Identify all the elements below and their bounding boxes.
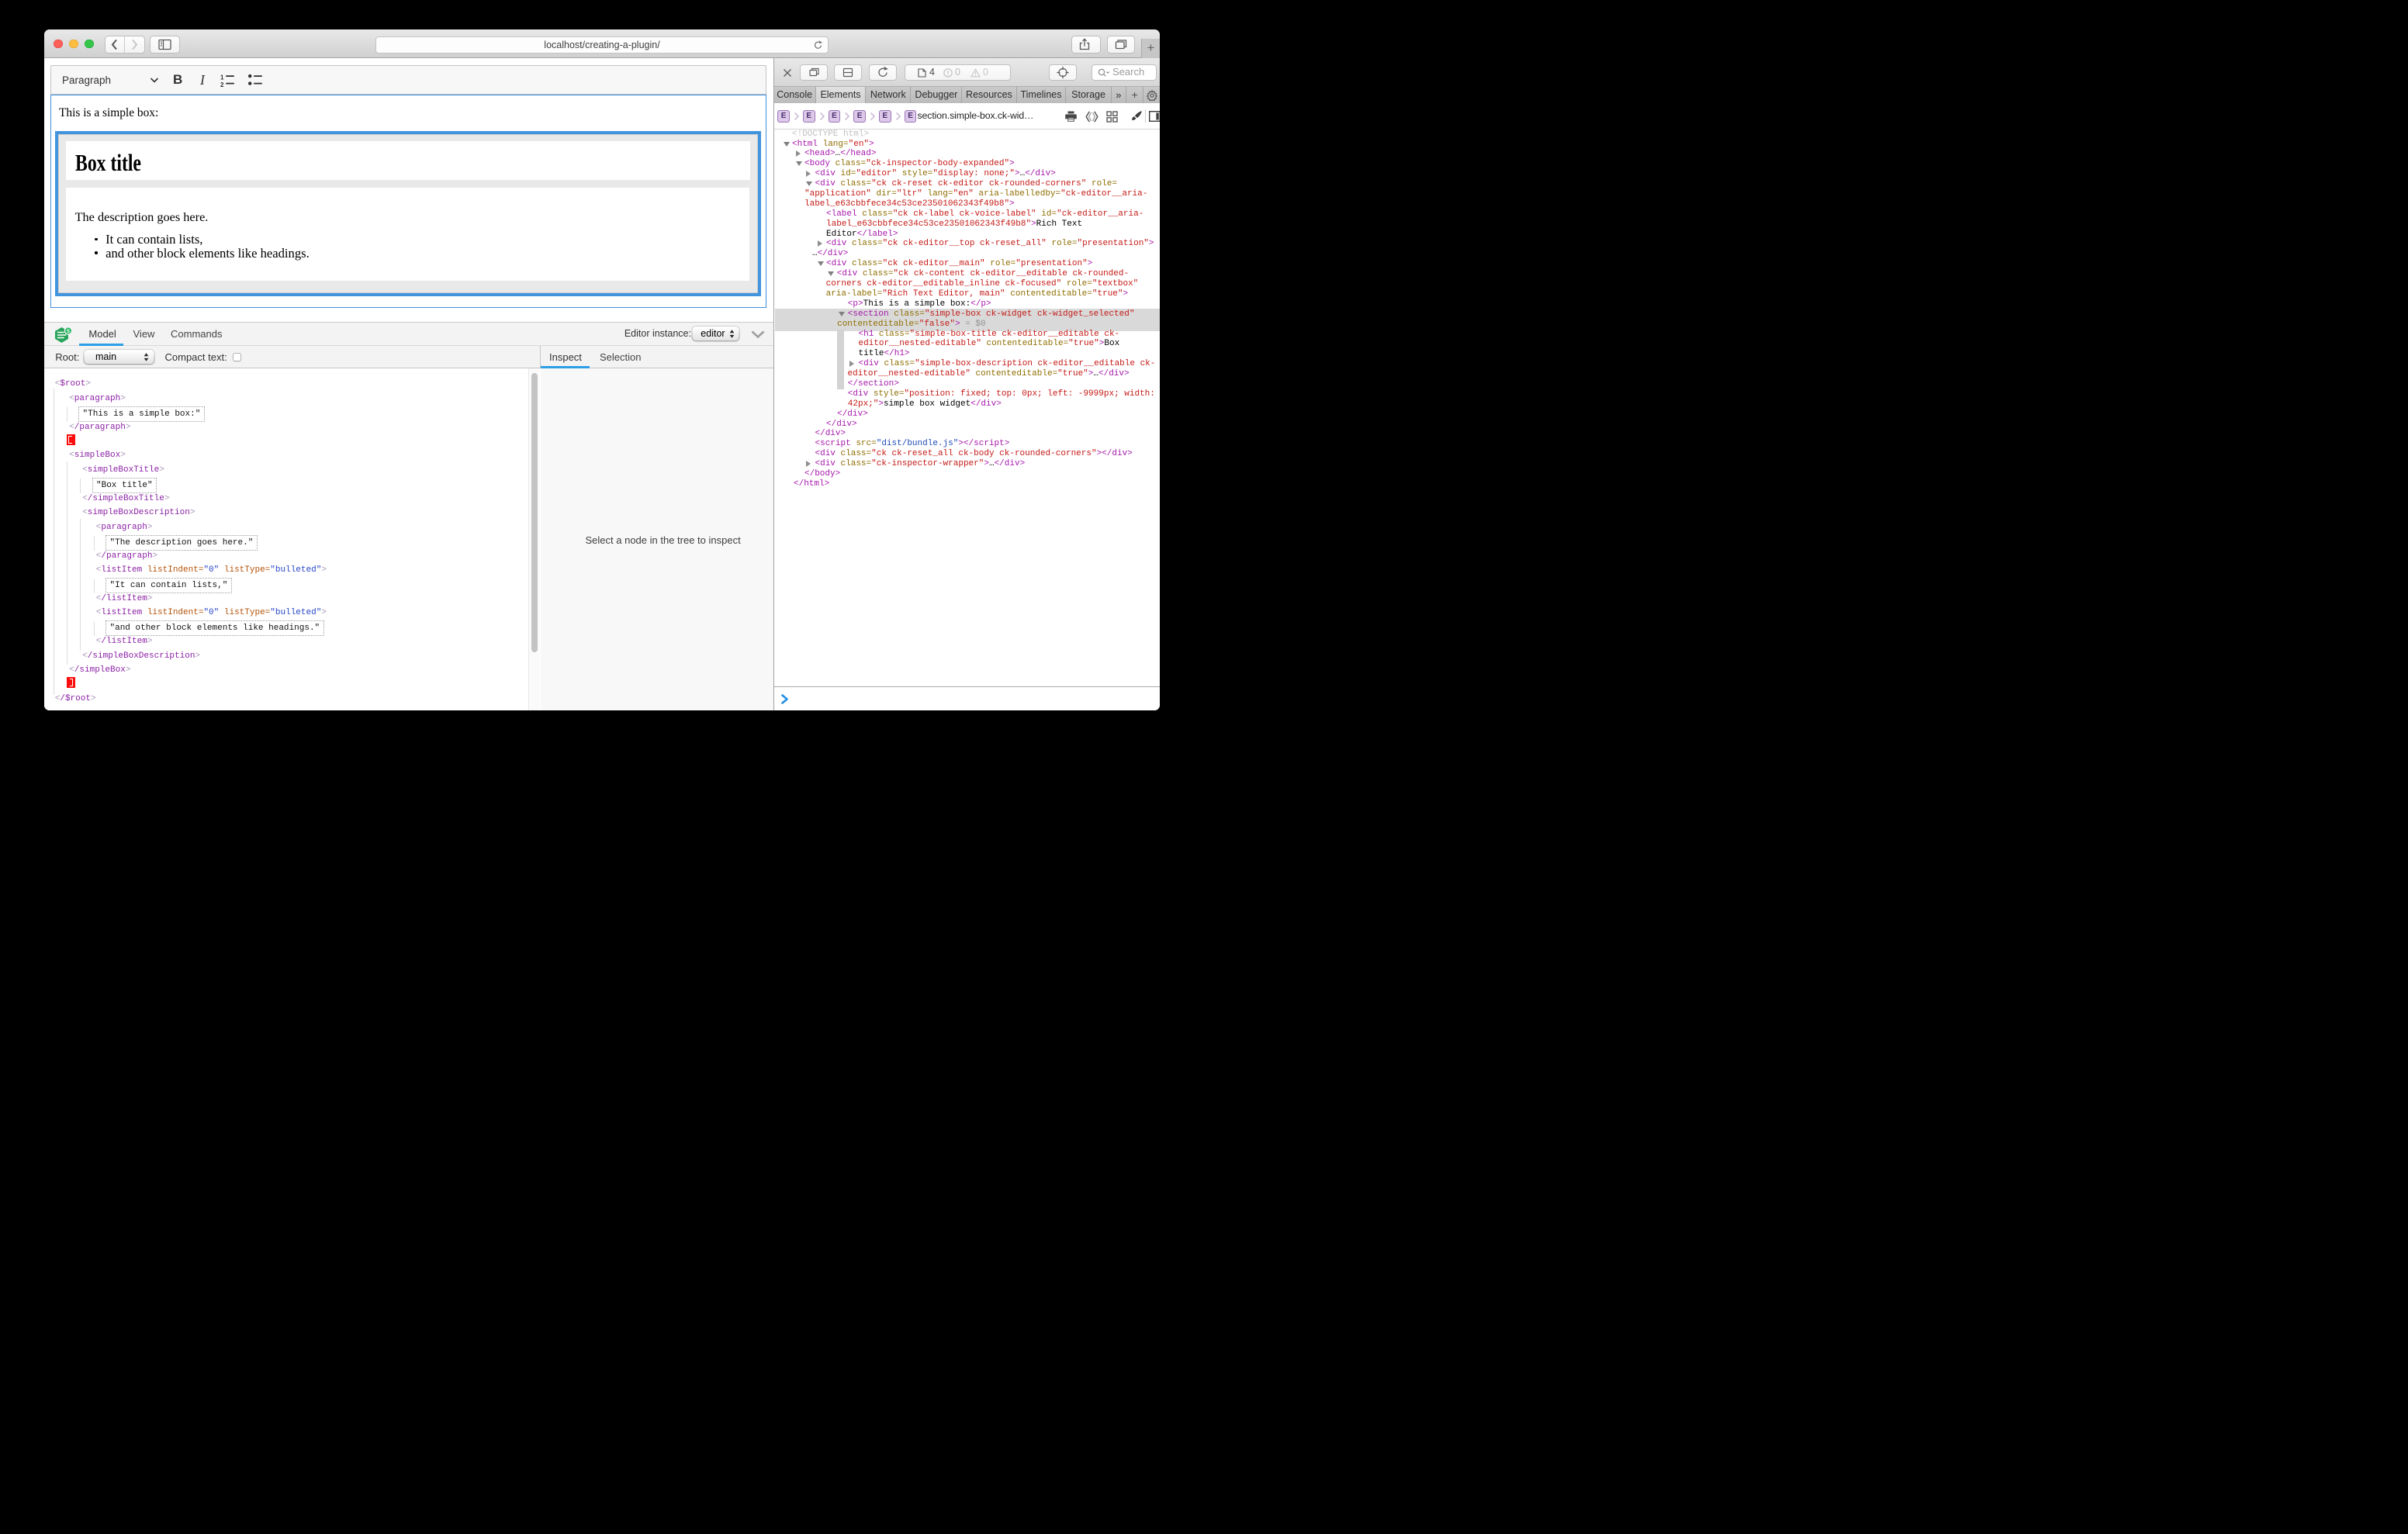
svg-text:5: 5 bbox=[67, 329, 70, 334]
svg-text:1: 1 bbox=[220, 74, 224, 81]
svg-text:2: 2 bbox=[220, 81, 224, 88]
